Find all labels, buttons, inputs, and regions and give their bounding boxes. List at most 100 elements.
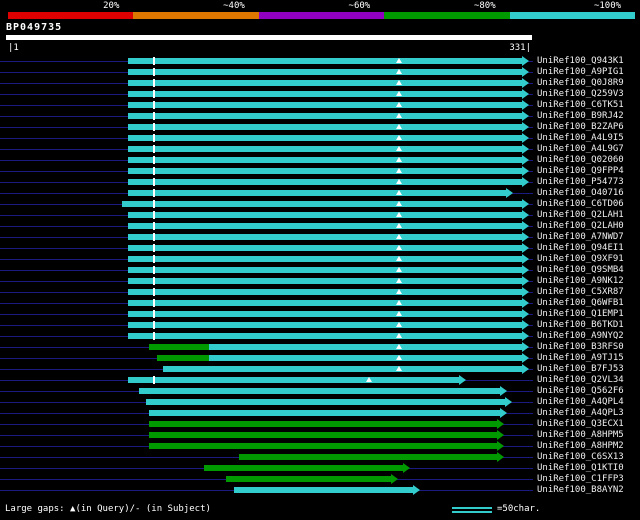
hit-row: UniRef100_A9TJ15 [0,353,640,364]
alignment-bar[interactable] [128,157,523,163]
alignment-bar[interactable] [128,311,523,317]
alignment-bar[interactable] [128,256,523,262]
hit-label[interactable]: UniRef100_Q9XF91 [537,254,624,265]
alignment-bar[interactable] [128,80,523,86]
alignment-bar[interactable] [128,179,523,185]
alignment-bar[interactable] [139,388,500,394]
hit-label[interactable]: UniRef100_C1FFP3 [537,474,624,485]
alignment-bar[interactable] [128,267,523,273]
subject-gap-tick-icon [152,57,155,65]
alignment-bar[interactable] [128,146,523,152]
alignment-bar[interactable] [128,113,523,119]
alignment-bar[interactable] [128,300,523,306]
alignment-bar[interactable] [226,476,391,482]
hit-label[interactable]: UniRef100_Q6WFB1 [537,298,624,309]
subject-gap-tick-icon [152,178,155,186]
query-gap-triangle-icon [395,168,402,173]
hit-label[interactable]: UniRef100_A4QPL4 [537,397,624,408]
hit-label[interactable]: UniRef100_A7NWD7 [537,232,624,243]
query-name: BP049735 [6,22,63,33]
hit-row: UniRef100_Q6WFB1 [0,298,640,309]
hit-label[interactable]: UniRef100_B7FJ53 [537,364,624,375]
alignment-bar[interactable] [128,223,523,229]
hit-label[interactable]: UniRef100_C6TK51 [537,100,624,111]
alignment-bar[interactable] [148,443,497,449]
arrowhead-icon [522,166,530,176]
alignment-bar[interactable] [121,201,523,207]
alignment-bar[interactable] [128,124,523,130]
hit-row: UniRef100_Q259V3 [0,89,640,100]
arrowhead-icon [522,89,530,99]
arrowhead-icon [504,397,512,407]
hit-label[interactable]: UniRef100_A9PIG1 [537,67,624,78]
hit-label[interactable]: UniRef100_Q1EMP1 [537,309,624,320]
alignment-bar[interactable] [128,289,523,295]
alignment-bar[interactable] [128,212,523,218]
alignment-bar[interactable] [204,465,404,471]
alignment-bar[interactable] [234,487,413,493]
alignment-bar[interactable] [128,58,523,64]
hit-label[interactable]: UniRef100_Q259V3 [537,89,624,100]
alignment-bar[interactable] [128,102,523,108]
hit-label[interactable]: UniRef100_O40716 [537,188,624,199]
hit-row: UniRef100_Q9XF91 [0,254,640,265]
hit-label[interactable]: UniRef100_A4QPL3 [537,408,624,419]
alignment-bar[interactable] [148,410,500,416]
alignment-bar[interactable] [128,377,459,383]
alignment-bar[interactable] [128,245,523,251]
hit-label[interactable]: UniRef100_C5XR87 [537,287,624,298]
hit-label[interactable]: UniRef100_B6TKD1 [537,320,624,331]
hit-label[interactable]: UniRef100_Q1KTI0 [537,463,624,474]
hit-label[interactable]: UniRef100_Q3ECX1 [537,419,624,430]
hit-label[interactable]: UniRef100_B2ZAP6 [537,122,624,133]
hit-label[interactable]: UniRef100_Q9FPP4 [537,166,624,177]
alignment-bar[interactable] [208,344,523,350]
alignment-bar[interactable] [208,355,523,361]
alignment-bar[interactable] [128,69,523,75]
alignment-bar[interactable] [128,190,507,196]
hit-label[interactable]: UniRef100_Q562F6 [537,386,624,397]
alignment-bar[interactable] [163,366,523,372]
subject-gap-tick-icon [152,79,155,87]
hit-label[interactable]: UniRef100_P54773 [537,177,624,188]
alignment-bar[interactable] [148,421,497,427]
alignment-bar[interactable] [128,135,523,141]
alignment-bar[interactable] [128,278,523,284]
hit-label[interactable]: UniRef100_A4L9I5 [537,133,624,144]
hit-label[interactable]: UniRef100_Q02060 [537,155,624,166]
key-percent-label: 20% [103,1,120,11]
hit-label[interactable]: UniRef100_A4L9G7 [537,144,624,155]
query-gap-triangle-icon [395,344,402,349]
alignment-bar[interactable] [128,333,523,339]
hit-label[interactable]: UniRef100_Q94EI1 [537,243,624,254]
hit-label[interactable]: UniRef100_A9TJ15 [537,353,624,364]
hit-label[interactable]: UniRef100_B9RJ42 [537,111,624,122]
hit-label[interactable]: UniRef100_Q9SMB4 [537,265,624,276]
hit-label[interactable]: UniRef100_Q0J8R9 [537,78,624,89]
hit-label[interactable]: UniRef100_Q2LAH0 [537,221,624,232]
hit-label[interactable]: UniRef100_B8AYN2 [537,485,624,496]
alignment-bar[interactable] [128,234,523,240]
hit-label[interactable]: UniRef100_A9NYQ2 [537,331,624,342]
alignment-bar[interactable] [156,355,209,361]
hit-row: UniRef100_A4QPL3 [0,408,640,419]
hit-label[interactable]: UniRef100_Q2LAH1 [537,210,624,221]
subject-gap-tick-icon [152,112,155,120]
query-gap-triangle-icon [395,245,402,250]
alignment-bar[interactable] [148,432,497,438]
hit-label[interactable]: UniRef100_Q2VL34 [537,375,624,386]
hit-label[interactable]: UniRef100_C6SX13 [537,452,624,463]
query-gap-triangle-icon [395,278,402,283]
alignment-bar[interactable] [148,344,209,350]
hit-label[interactable]: UniRef100_A9NK12 [537,276,624,287]
alignment-bar[interactable] [238,454,497,460]
hit-label[interactable]: UniRef100_C6TD06 [537,199,624,210]
hit-label[interactable]: UniRef100_Q943K1 [537,56,624,67]
hit-label[interactable]: UniRef100_A8HPM5 [537,430,624,441]
hit-label[interactable]: UniRef100_B3RFS0 [537,342,624,353]
hit-label[interactable]: UniRef100_A8HPM2 [537,441,624,452]
alignment-bar[interactable] [128,322,523,328]
alignment-bar[interactable] [128,91,523,97]
alignment-bar[interactable] [128,168,523,174]
alignment-bar[interactable] [145,399,505,405]
